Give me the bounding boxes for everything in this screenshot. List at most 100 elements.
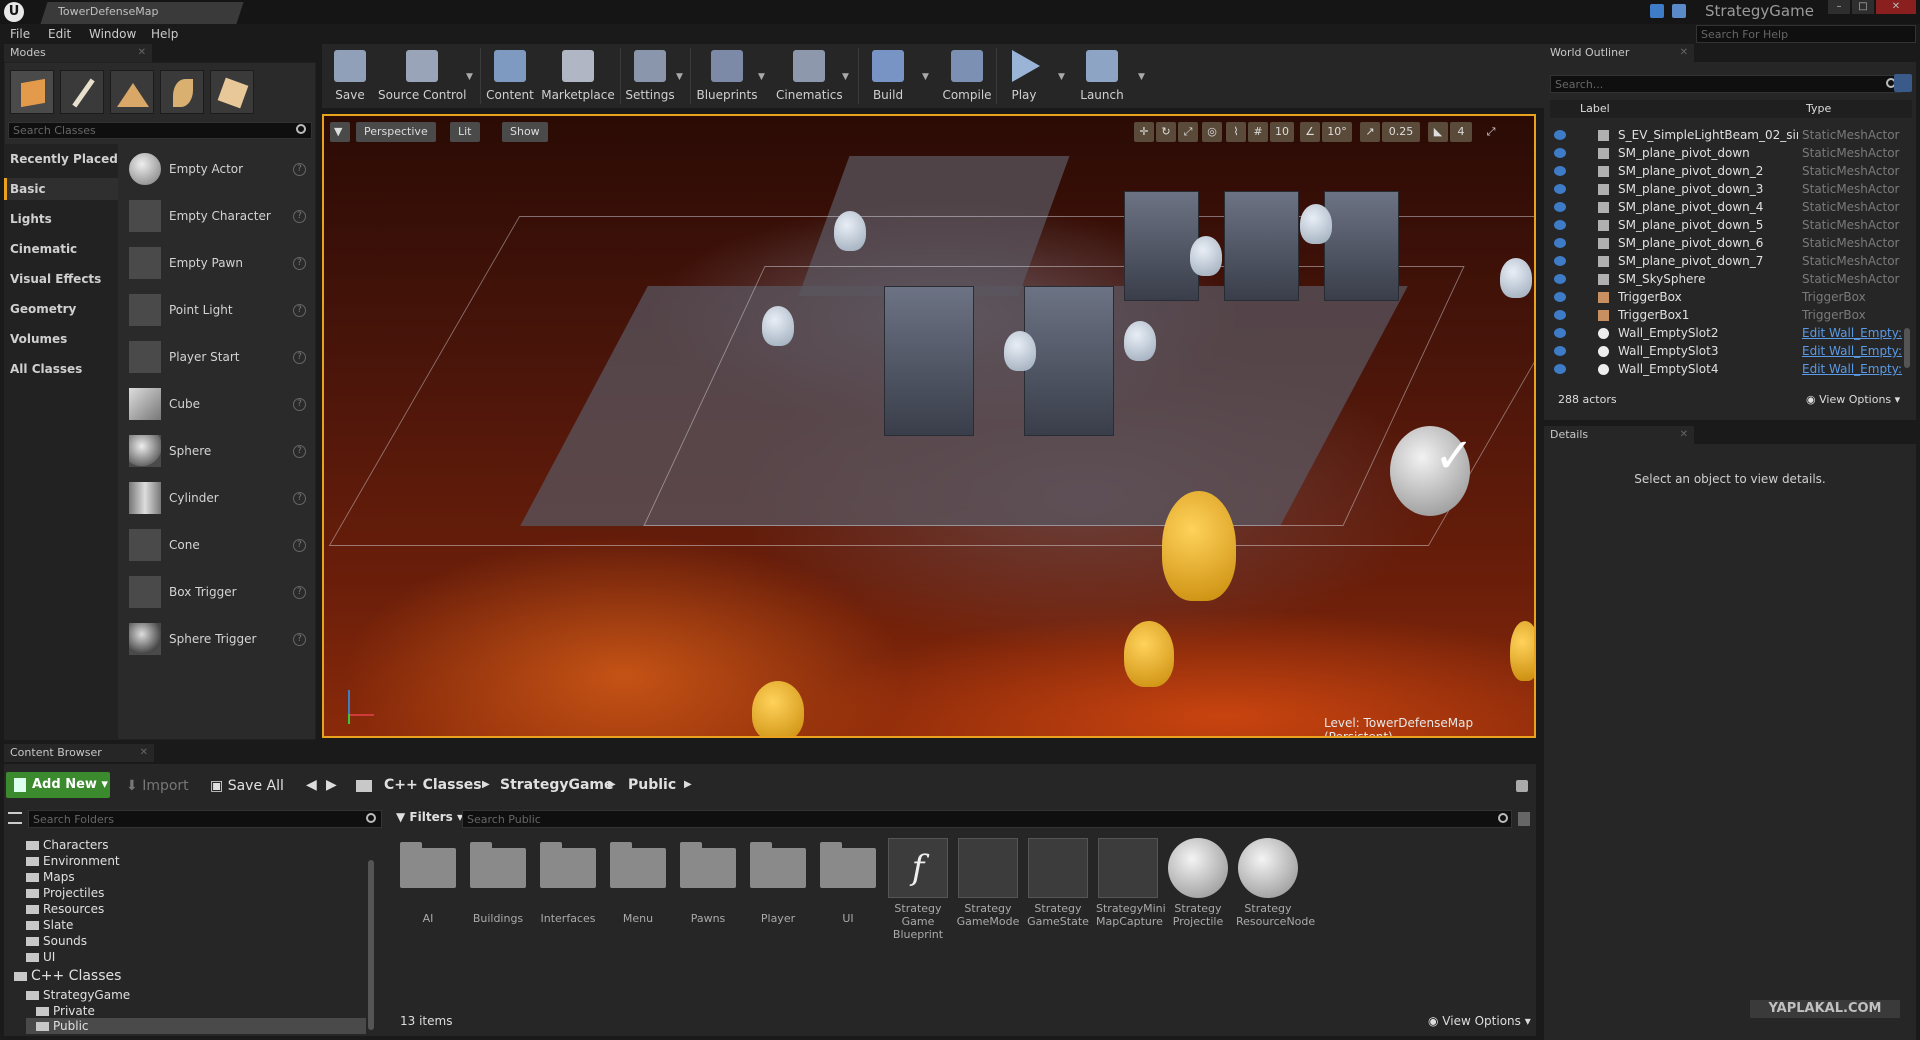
selected-point-light-icon[interactable]	[1162, 491, 1236, 601]
breadcrumb-cpp-classes[interactable]: C++ Classes	[384, 777, 482, 793]
launch-dropdown-icon[interactable]: ▼	[1138, 72, 1145, 82]
translate-tool-icon[interactable]: ✛	[1134, 122, 1154, 142]
help-icon[interactable]: ?	[293, 492, 306, 505]
unreal-logo-icon[interactable]: U	[4, 2, 24, 22]
maximize-button[interactable]: □	[1852, 0, 1874, 14]
notification-icon[interactable]	[1650, 4, 1664, 18]
actor-item-point-light[interactable]: Point Light	[169, 303, 233, 317]
class-tile[interactable]: Strategy GameMode	[956, 838, 1020, 928]
point-light-icon[interactable]	[752, 681, 804, 736]
close-icon[interactable]: ✕	[1680, 429, 1688, 440]
rotation-snap-value[interactable]: 10°	[1322, 122, 1352, 142]
help-icon[interactable]: ?	[293, 257, 306, 270]
build-dropdown-icon[interactable]: ▼	[922, 72, 929, 82]
close-icon[interactable]: ✕	[140, 747, 148, 758]
world-local-toggle-icon[interactable]: ◎	[1202, 122, 1222, 142]
tree-item-resources[interactable]: Resources	[26, 902, 104, 916]
tree-item-ui[interactable]: UI	[26, 950, 55, 964]
point-light-icon[interactable]	[1500, 258, 1532, 298]
import-button[interactable]: ⬇ Import	[126, 778, 189, 794]
tree-item-public[interactable]: Public	[36, 1019, 89, 1033]
play-button[interactable]: Play	[1000, 48, 1048, 106]
label-column-header[interactable]: Label	[1580, 102, 1610, 115]
folder-tile[interactable]: AI	[396, 838, 460, 925]
save-button[interactable]: Save	[326, 48, 374, 106]
geometry-edit-mode-icon[interactable]	[210, 70, 254, 114]
outliner-row[interactable]: TriggerBox TriggerBox	[1550, 289, 1906, 307]
class-tile[interactable]: StrategyMini MapCapture	[1096, 838, 1166, 928]
category-volumes[interactable]: Volumes	[10, 332, 67, 346]
visibility-eye-icon[interactable]	[1554, 130, 1566, 140]
minimize-button[interactable]: –	[1828, 0, 1850, 14]
outliner-row[interactable]: Wall_EmptySlot3 Edit Wall_Empty:	[1550, 343, 1906, 361]
rotate-tool-icon[interactable]: ↻	[1156, 122, 1176, 142]
menu-window[interactable]: Window	[89, 27, 136, 41]
folder-tile[interactable]: Player	[746, 838, 810, 925]
save-search-icon[interactable]	[1518, 812, 1530, 826]
actor-item-cylinder[interactable]: Cylinder	[169, 491, 219, 505]
folder-tile[interactable]: Menu	[606, 838, 670, 925]
point-light-icon[interactable]	[1190, 236, 1222, 276]
compile-button[interactable]: Compile	[942, 48, 992, 106]
category-recently-placed[interactable]: Recently Placed	[10, 152, 118, 166]
content-view-options-button[interactable]: ◉ View Options ▾	[1428, 1014, 1531, 1028]
edit-blueprint-link[interactable]: Edit Wall_Empty:	[1802, 362, 1906, 376]
marketplace-button[interactable]: Marketplace	[540, 48, 616, 106]
scale-snap-value[interactable]: 0.25	[1382, 122, 1420, 142]
outliner-view-options-button[interactable]: ◉ View Options ▾	[1806, 393, 1900, 406]
class-tile[interactable]: Strategy ResourceNode	[1236, 838, 1315, 928]
outliner-row[interactable]: SM_plane_pivot_down_2 StaticMeshActor	[1550, 163, 1906, 181]
tree-item-slate[interactable]: Slate	[26, 918, 73, 932]
blueprints-dropdown-icon[interactable]: ▼	[758, 72, 765, 82]
actor-item-empty-actor[interactable]: Empty Actor	[169, 162, 243, 176]
actor-item-cube[interactable]: Cube	[169, 397, 200, 411]
point-light-icon[interactable]	[1510, 621, 1534, 681]
tab-details[interactable]: Details ✕	[1544, 426, 1694, 444]
visibility-eye-icon[interactable]	[1554, 238, 1566, 248]
source-control-button[interactable]: Source Control	[378, 48, 466, 106]
camera-speed-icon[interactable]: ◣	[1428, 122, 1448, 142]
breadcrumb-strategygame[interactable]: StrategyGame	[500, 777, 613, 793]
tree-item-environment[interactable]: Environment	[26, 854, 120, 868]
menu-file[interactable]: File	[10, 27, 30, 41]
content-button[interactable]: Content	[486, 48, 534, 106]
visibility-eye-icon[interactable]	[1554, 346, 1566, 356]
maximize-viewport-icon[interactable]: ⤢	[1482, 122, 1500, 142]
source-control-dropdown-icon[interactable]: ▼	[466, 72, 473, 82]
scale-tool-icon[interactable]: ⤢	[1178, 122, 1198, 142]
tab-world-outliner[interactable]: World Outliner ✕	[1544, 44, 1694, 62]
tab-content-browser[interactable]: Content Browser ✕	[4, 744, 154, 762]
breadcrumb-separator-icon[interactable]: ▶	[684, 779, 692, 790]
level-viewport[interactable]: ✓ ▼ Perspective Lit Show ✛ ↻ ⤢ ◎ ⌇ # 10 …	[322, 114, 1536, 738]
tree-item-cpp-classes[interactable]: C++ Classes	[14, 968, 121, 984]
perspective-button[interactable]: Perspective	[356, 122, 436, 142]
category-cinematic[interactable]: Cinematic	[10, 242, 77, 256]
category-basic[interactable]: Basic	[10, 182, 46, 196]
visibility-eye-icon[interactable]	[1554, 310, 1566, 320]
outliner-row[interactable]: Wall_EmptySlot4 Edit Wall_Empty:	[1550, 361, 1906, 379]
outliner-row[interactable]: TriggerBox1 TriggerBox	[1550, 307, 1906, 325]
settings-dropdown-icon[interactable]: ▼	[676, 72, 683, 82]
filters-button[interactable]: ▼ Filters ▾	[396, 810, 463, 824]
breadcrumb-public[interactable]: Public	[628, 777, 676, 793]
build-button[interactable]: Build	[864, 48, 912, 106]
help-icon[interactable]: ?	[293, 586, 306, 599]
tree-item-projectiles[interactable]: Projectiles	[26, 886, 104, 900]
outliner-row[interactable]: SM_plane_pivot_down_7 StaticMeshActor	[1550, 253, 1906, 271]
rotation-snap-icon[interactable]: ∠	[1300, 122, 1320, 142]
visibility-eye-icon[interactable]	[1554, 148, 1566, 158]
tree-item-characters[interactable]: Characters	[26, 838, 109, 852]
menu-edit[interactable]: Edit	[48, 27, 71, 41]
help-icon[interactable]: ?	[293, 351, 306, 364]
visibility-eye-icon[interactable]	[1554, 220, 1566, 230]
visibility-eye-icon[interactable]	[1554, 256, 1566, 266]
source-control-status-icon[interactable]	[1672, 4, 1686, 18]
menu-help[interactable]: Help	[151, 27, 178, 41]
tree-item-private[interactable]: Private	[36, 1004, 95, 1018]
help-icon[interactable]: ?	[293, 163, 306, 176]
actor-item-empty-character[interactable]: Empty Character	[169, 209, 271, 223]
tree-item-sounds[interactable]: Sounds	[26, 934, 87, 948]
folder-tile[interactable]: UI	[816, 838, 880, 925]
help-icon[interactable]: ?	[293, 398, 306, 411]
sources-panel-toggle-icon[interactable]	[8, 812, 22, 824]
